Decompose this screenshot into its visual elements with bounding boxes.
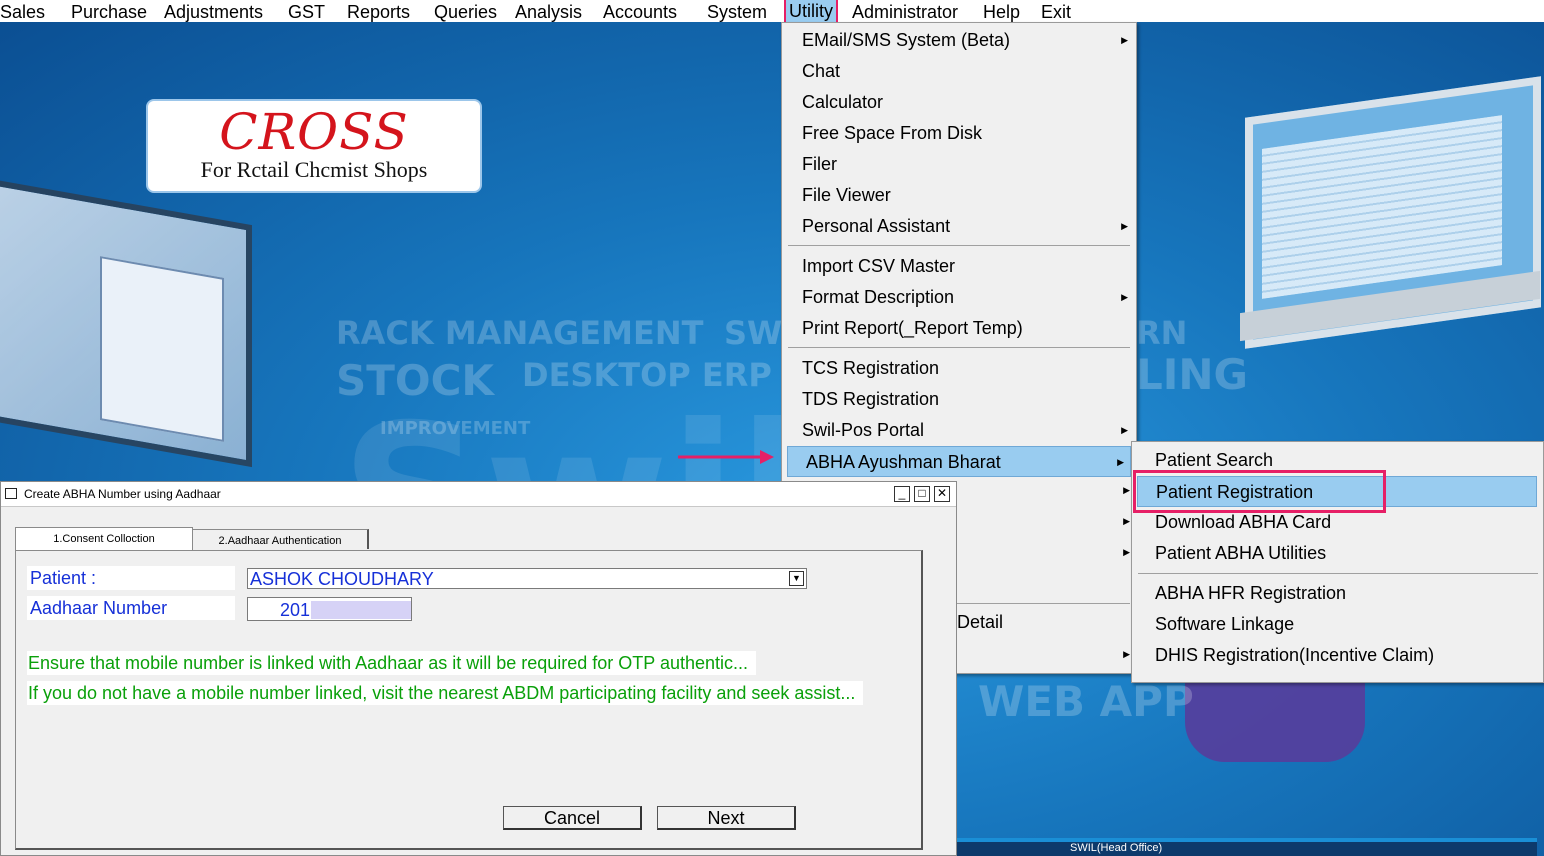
- menu-item-patient-search[interactable]: Patient Search: [1132, 445, 1541, 476]
- patient-label: Patient :: [27, 566, 235, 590]
- patient-select[interactable]: ASHOK CHOUDHARY ▼: [247, 568, 807, 589]
- submenu-arrow-icon: ▶: [1117, 457, 1124, 467]
- next-button[interactable]: Next: [657, 806, 796, 830]
- submenu-arrow-icon: ▶: [1123, 547, 1130, 557]
- menu-separator: [788, 245, 1130, 246]
- window-icon: [5, 488, 17, 499]
- menu-sales[interactable]: Sales: [0, 1, 45, 23]
- bg-ling-text: LING: [1136, 350, 1249, 399]
- menu-item-import-csv[interactable]: Import CSV Master: [782, 251, 1134, 282]
- bg-rack-text: RACK MANAGEMENT: [336, 314, 704, 352]
- menu-item-file-viewer[interactable]: File Viewer: [782, 180, 1134, 211]
- bg-stock-text: STOCK: [336, 356, 494, 405]
- bg-rn-text: RN: [1136, 314, 1188, 352]
- menu-item-filer[interactable]: Filer: [782, 149, 1134, 180]
- menu-purchase[interactable]: Purchase: [71, 1, 147, 23]
- status-bar-accent: [957, 838, 1537, 842]
- menu-item-personal-assistant[interactable]: Personal Assistant ▶: [782, 211, 1134, 242]
- dialog-title: Create ABHA Number using Aadhaar: [24, 487, 221, 501]
- menu-item-swil-pos-portal[interactable]: Swil-Pos Portal ▶: [782, 415, 1134, 446]
- bg-sw-text: SW: [724, 314, 783, 352]
- menu-item-patient-registration[interactable]: Patient Registration: [1137, 476, 1537, 507]
- bg-webapp-text: WEB APP: [978, 677, 1194, 726]
- menu-administrator[interactable]: Administrator: [852, 1, 958, 23]
- redacted-digits: [311, 601, 411, 619]
- pointer-arrow-icon: [678, 450, 774, 464]
- aadhaar-value: 201: [280, 600, 311, 620]
- menu-item-tcs-registration[interactable]: TCS Registration: [782, 353, 1134, 384]
- menu-exit[interactable]: Exit: [1041, 1, 1071, 23]
- menu-item-tds-registration[interactable]: TDS Registration: [782, 384, 1134, 415]
- bg-desktop-text: DESKTOP ERP: [522, 356, 772, 394]
- close-icon[interactable]: ✕: [934, 486, 950, 502]
- minimize-icon[interactable]: _: [894, 486, 910, 502]
- laptop-screen-left: [100, 256, 224, 442]
- menu-item-free-space[interactable]: Free Space From Disk: [782, 118, 1134, 149]
- menu-item-dhis-registration[interactable]: DHIS Registration(Incentive Claim): [1132, 640, 1541, 671]
- menu-queries[interactable]: Queries: [434, 1, 497, 23]
- submenu-arrow-icon: ▶: [1121, 221, 1128, 231]
- mobile-link-note: Ensure that mobile number is linked with…: [27, 651, 757, 675]
- abdm-facility-note: If you do not have a mobile number linke…: [27, 681, 864, 705]
- patient-value: ASHOK CHOUDHARY: [250, 569, 434, 589]
- menu-item-download-abha-card[interactable]: Download ABHA Card: [1132, 507, 1541, 538]
- status-office-text: SWIL(Head Office): [1070, 842, 1163, 854]
- menu-item-abha-ayushman-bharat[interactable]: ABHA Ayushman Bharat ▶: [787, 446, 1131, 477]
- menu-separator: [788, 347, 1130, 348]
- menu-item-format-description[interactable]: Format Description ▶: [782, 282, 1134, 313]
- submenu-arrow-icon: ▶: [1121, 35, 1128, 45]
- logo-title: CROSS: [219, 103, 409, 161]
- submenu-arrow-icon: ▶: [1123, 516, 1130, 526]
- bg-improvement-text: IMPROVEMENT: [380, 418, 531, 439]
- abha-submenu: Patient Search Patient Registration Down…: [1131, 441, 1544, 683]
- menu-accounts[interactable]: Accounts: [603, 1, 677, 23]
- product-logo: CROSS For Rctail Chcmist Shops: [146, 99, 482, 193]
- menu-reports[interactable]: Reports: [347, 1, 410, 23]
- menu-separator: [1138, 573, 1538, 574]
- cancel-button[interactable]: Cancel: [503, 806, 642, 830]
- submenu-arrow-icon: ▶: [1121, 425, 1128, 435]
- menu-item-patient-abha-utilities[interactable]: Patient ABHA Utilities: [1132, 538, 1541, 569]
- menu-utility[interactable]: Utility: [784, 0, 838, 24]
- menu-item-email-sms[interactable]: EMail/SMS System (Beta) ▶: [782, 25, 1134, 56]
- menu-item-print-report[interactable]: Print Report(_Report Temp): [782, 313, 1134, 344]
- submenu-arrow-icon: ▶: [1121, 292, 1128, 302]
- menu-help[interactable]: Help: [983, 1, 1020, 23]
- chevron-down-icon[interactable]: ▼: [789, 571, 804, 586]
- menu-gst[interactable]: GST: [288, 1, 325, 23]
- menu-item-abha-hfr-registration[interactable]: ABHA HFR Registration: [1132, 578, 1541, 609]
- maximize-icon[interactable]: □: [914, 486, 930, 502]
- dialog-titlebar[interactable]: Create ABHA Number using Aadhaar _ □ ✕: [1, 482, 956, 507]
- tab-consent-collection[interactable]: 1.Consent Colloction: [15, 527, 193, 551]
- tab-aadhaar-authentication[interactable]: 2.Aadhaar Authentication: [193, 529, 369, 549]
- submenu-arrow-icon: ▶: [1123, 485, 1130, 495]
- menu-item-software-linkage[interactable]: Software Linkage: [1132, 609, 1541, 640]
- menu-analysis[interactable]: Analysis: [515, 1, 582, 23]
- submenu-arrow-icon: ▶: [1123, 649, 1130, 659]
- menu-adjustments[interactable]: Adjustments: [164, 1, 263, 23]
- aadhaar-number-field[interactable]: 201: [247, 597, 412, 621]
- aadhaar-label: Aadhaar Number: [27, 596, 235, 620]
- menu-bar: Sales Purchase Adjustments GST Reports Q…: [0, 0, 1544, 24]
- menu-item-calculator[interactable]: Calculator: [782, 87, 1134, 118]
- obscured-menu-item: Detail: [957, 612, 1004, 632]
- logo-subtitle: For Rctail Chcmist Shops: [200, 157, 428, 182]
- menu-system[interactable]: System: [707, 1, 767, 23]
- menu-item-chat[interactable]: Chat: [782, 56, 1134, 87]
